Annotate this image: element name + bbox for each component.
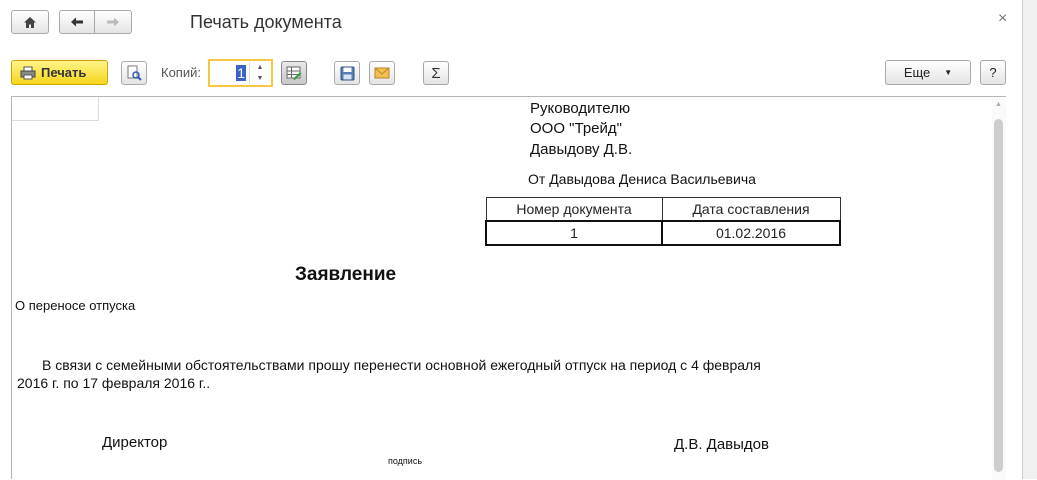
copies-label: Копий:	[161, 65, 201, 80]
from-line: От Давыдова Дениса Васильевича	[528, 171, 756, 187]
addressee-line-3: Давыдову Д.В.	[530, 141, 633, 158]
table-row: 1 01.02.2016	[485, 220, 841, 246]
help-button[interactable]: ?	[980, 60, 1006, 85]
sum-button[interactable]: Σ	[423, 61, 449, 85]
caret-down-icon: ▼	[944, 68, 953, 77]
preview-icon	[127, 65, 142, 81]
scrollbar-thumb[interactable]	[994, 119, 1003, 472]
back-button[interactable]	[59, 10, 94, 34]
more-button-label: Еще	[903, 65, 931, 80]
body-line-1: В связи с семейными обстоятельствами про…	[42, 357, 761, 373]
table-header-cell: Номер документа	[485, 197, 663, 222]
signature-caption: подпись	[388, 456, 423, 466]
more-button[interactable]: Еще ▼	[885, 60, 971, 85]
chevron-up-icon[interactable]: ▲	[257, 64, 264, 71]
addressee-line-1: Руководителю	[530, 100, 631, 117]
document-viewer[interactable]: Руководителю ООО "Трейд" Давыдову Д.В. О…	[11, 96, 1006, 480]
subject-line: О переносе отпуска	[15, 298, 136, 313]
copies-stepper[interactable]: ▲ ▼	[249, 62, 270, 84]
table-cell: 1	[485, 220, 663, 246]
save-icon	[340, 66, 354, 80]
home-button[interactable]	[11, 10, 49, 34]
copies-value: 1	[236, 65, 246, 81]
table-cell: 01.02.2016	[661, 220, 841, 246]
arrow-right-icon	[107, 17, 119, 27]
document-heading: Заявление	[295, 264, 397, 285]
preview-button[interactable]	[121, 61, 147, 85]
table-header-cell: Дата составления	[661, 197, 841, 222]
sheet-corner-cell	[12, 97, 99, 121]
print-button-label: Печать	[41, 65, 87, 80]
print-icon	[20, 66, 36, 79]
window-title: Печать документа	[190, 12, 342, 32]
save-button[interactable]	[334, 61, 360, 85]
email-icon	[374, 67, 390, 79]
forward-button[interactable]	[94, 10, 132, 34]
window-edge	[1022, 0, 1037, 479]
edit-table-icon	[286, 66, 302, 80]
edit-table-button[interactable]	[281, 61, 307, 85]
position-label: Директор	[102, 434, 168, 451]
scroll-up-icon[interactable]: ▲	[995, 101, 1002, 108]
email-button[interactable]	[369, 61, 395, 85]
body-line-2: 2016 г. по 17 февраля 2016 г..	[17, 375, 211, 391]
print-button[interactable]: Печать	[11, 60, 108, 85]
signer-name: Д.В. Давыдов	[674, 436, 769, 453]
copies-input[interactable]: 1 ▲ ▼	[208, 59, 273, 87]
vertical-scrollbar[interactable]: ▲	[992, 97, 1006, 480]
table-header-row: Номер документа Дата составления	[485, 197, 841, 222]
addressee-line-2: ООО "Трейд"	[530, 120, 622, 137]
chevron-down-icon[interactable]: ▼	[257, 75, 264, 82]
home-icon	[24, 16, 36, 28]
sum-icon: Σ	[431, 64, 441, 82]
close-icon[interactable]: ×	[998, 10, 1007, 28]
document-info-table: Номер документа Дата составления 1 01.02…	[485, 197, 841, 246]
arrow-left-icon	[71, 17, 83, 27]
